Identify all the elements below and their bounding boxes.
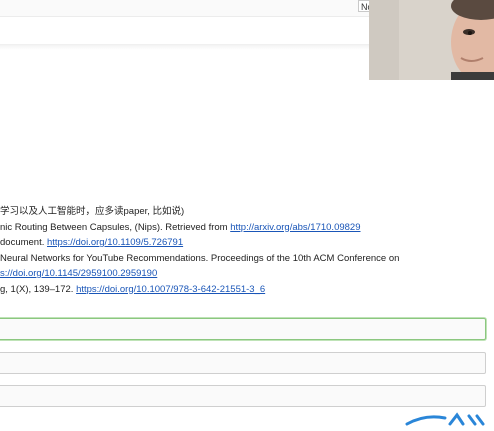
text-input[interactable]: [0, 385, 486, 407]
reference-line: 学习以及人工智能时，应多读paper, 比如说): [0, 204, 494, 220]
references-list: 学习以及人工智能时，应多读paper, 比如说) nic Routing Bet…: [0, 204, 494, 297]
reference-text: g, 1(X), 139–172.: [0, 283, 77, 295]
reference-link[interactable]: https://doi.org/10.1007/978-3-642-21551-…: [76, 284, 265, 295]
reference-line: g, 1(X), 139–172. https://doi.org/10.100…: [0, 282, 494, 298]
reference-text: document.: [0, 237, 47, 248]
webcam-person-icon: [369, 0, 494, 80]
reference-line: s://doi.org/10.1145/2959100.2959190: [0, 266, 494, 282]
reference-link[interactable]: s://doi.org/10.1145/2959100.2959190: [0, 268, 157, 279]
reference-line: Neural Networks for YouTube Recommendati…: [0, 251, 494, 267]
webcam-overlay: [369, 0, 494, 80]
brand-logo-icon: [405, 412, 490, 426]
reference-line: document. https://doi.org/10.1109/5.7267…: [0, 235, 494, 251]
text-input-active[interactable]: [0, 318, 486, 340]
reference-link[interactable]: http://arxiv.org/abs/1710.09829: [230, 222, 360, 233]
reference-text: 学习以及人工智能时，应多读paper, 比如说): [0, 206, 185, 217]
reference-link[interactable]: https://doi.org/10.1109/5.726791: [47, 237, 183, 248]
reference-text: Neural Networks for YouTube Recommendati…: [0, 252, 400, 264]
reference-text: nic Routing Between Capsules, (Nips). Re…: [0, 221, 231, 233]
reference-line: nic Routing Between Capsules, (Nips). Re…: [0, 220, 494, 236]
text-input[interactable]: [0, 352, 486, 374]
